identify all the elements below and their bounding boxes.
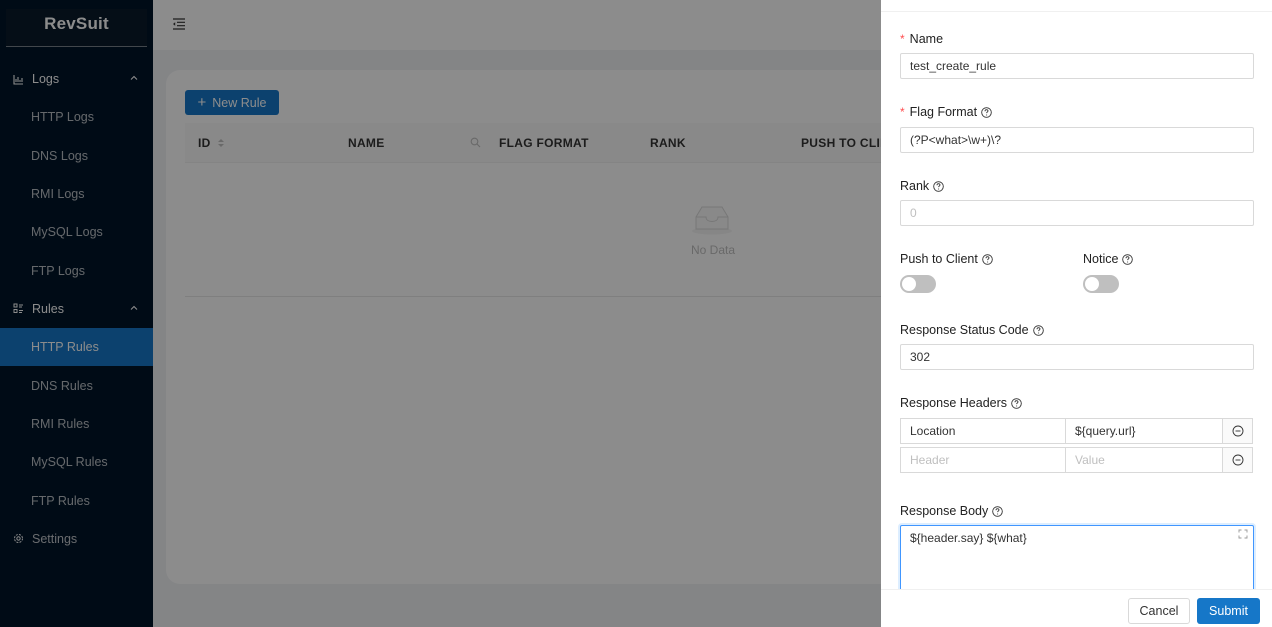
push-to-client-label: Push to Client — [900, 252, 993, 266]
response-headers-label-text: Response Headers — [900, 396, 1008, 410]
submit-button[interactable]: Submit — [1197, 598, 1260, 624]
required-mark: * — [900, 105, 905, 119]
flag-format-label-text: Flag Format — [909, 105, 978, 119]
switch-knob — [902, 277, 916, 291]
notice-label: Notice — [1083, 252, 1134, 266]
response-status-code-label-text: Response Status Code — [900, 323, 1029, 337]
remove-header-button[interactable] — [1222, 418, 1253, 444]
rule-drawer: * Name test_create_rule * Flag Format (?… — [881, 0, 1272, 627]
flag-format-label: * Flag Format — [900, 105, 992, 119]
name-label-text: Name — [909, 32, 944, 46]
response-status-code-label: Response Status Code — [900, 323, 1044, 337]
response-status-code-input[interactable]: 302 — [900, 344, 1254, 370]
header-key-input[interactable]: Location — [900, 418, 1066, 444]
name-label: * Name — [900, 32, 943, 46]
header-value-input[interactable]: ${query.url} — [1065, 418, 1223, 444]
question-circle-icon[interactable] — [981, 106, 992, 118]
response-body-label-text: Response Body — [900, 504, 989, 518]
notice-switch[interactable] — [1083, 275, 1119, 293]
rank-label-text: Rank — [900, 179, 930, 193]
flag-format-input[interactable]: (?P<what>\w+)\? — [900, 127, 1254, 153]
header-key-input[interactable]: Header — [900, 447, 1066, 473]
notice-label-text: Notice — [1083, 252, 1119, 266]
rank-input[interactable]: 0 — [900, 200, 1254, 226]
switch-knob — [1085, 277, 1099, 291]
drawer-divider — [881, 11, 1272, 12]
rank-label: Rank — [900, 179, 944, 193]
drawer-footer: Cancel Submit — [881, 589, 1272, 627]
question-circle-icon[interactable] — [992, 505, 1004, 517]
question-circle-icon[interactable] — [1011, 397, 1022, 409]
question-circle-icon[interactable] — [1122, 253, 1134, 265]
minus-circle-icon — [1232, 425, 1243, 437]
fullscreen-icon[interactable] — [1238, 529, 1248, 539]
header-value-input[interactable]: Value — [1065, 447, 1223, 473]
cancel-button[interactable]: Cancel — [1128, 598, 1190, 624]
question-circle-icon[interactable] — [982, 253, 993, 265]
response-body-textarea[interactable]: ${header.say} ${what} — [900, 525, 1254, 595]
response-body-label: Response Body — [900, 504, 1004, 518]
push-to-client-label-text: Push to Client — [900, 252, 978, 266]
response-headers-label: Response Headers — [900, 396, 1022, 410]
minus-circle-icon — [1232, 454, 1243, 466]
remove-header-button[interactable] — [1222, 447, 1253, 473]
question-circle-icon[interactable] — [1032, 324, 1044, 336]
name-input[interactable]: test_create_rule — [900, 53, 1254, 79]
question-circle-icon[interactable] — [933, 180, 944, 192]
push-to-client-switch[interactable] — [900, 275, 936, 293]
required-mark: * — [900, 32, 905, 46]
response-body-text: ${header.say} ${what} — [910, 531, 1027, 545]
